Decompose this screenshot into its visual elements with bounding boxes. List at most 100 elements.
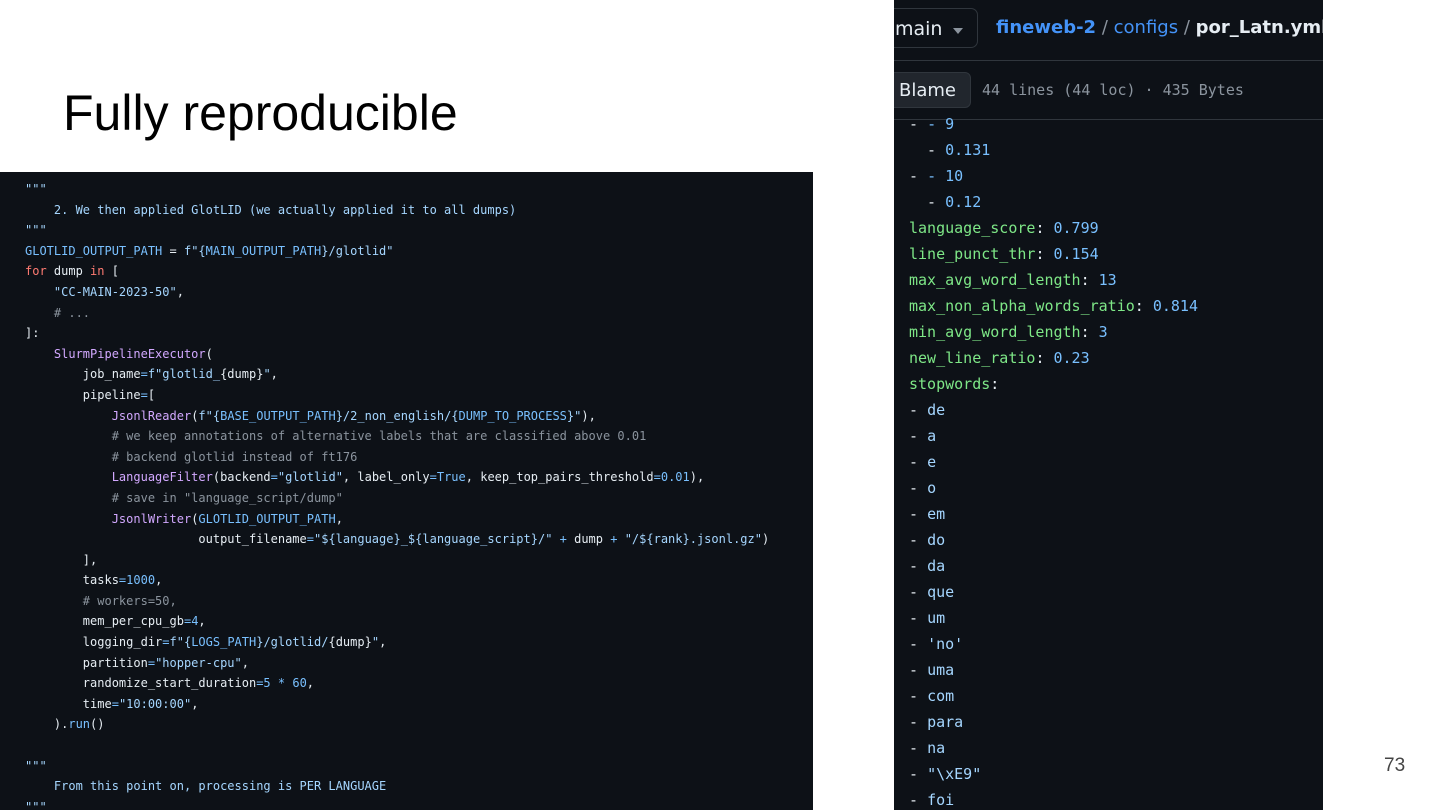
code-token: output_filename	[25, 532, 307, 547]
code-token: f"{	[198, 408, 221, 423]
yaml-token: em	[927, 505, 946, 523]
yaml-line: - 0.12	[909, 189, 1198, 215]
code-token: ,	[335, 511, 343, 526]
code-line: """	[25, 179, 769, 200]
code-token: for	[25, 264, 47, 279]
breadcrumb-separator: /	[1101, 17, 1108, 38]
code-token: ],	[25, 552, 98, 567]
yaml-token: na	[927, 739, 946, 757]
yaml-line: - para	[909, 709, 1198, 735]
yaml-token: para	[927, 713, 964, 731]
code-line: """	[25, 756, 769, 777]
yaml-token: -	[909, 167, 928, 185]
yaml-token: e	[927, 453, 937, 471]
code-token: ,	[176, 284, 184, 299]
yaml-token: o	[927, 479, 937, 497]
code-line: JsonlWriter(GLOTLID_OUTPUT_PATH,	[25, 509, 769, 530]
yaml-token: -	[909, 609, 928, 627]
code-token: ,	[379, 635, 387, 650]
code-token: +	[603, 532, 625, 547]
yaml-line: - 0.131	[909, 137, 1198, 163]
code-token: (	[205, 346, 213, 361]
code-line: # ...	[25, 303, 769, 324]
breadcrumb: fineweb-2 / configs / por_Latn.yml	[996, 17, 1323, 38]
yaml-token: line_punct_thr	[909, 245, 1036, 263]
code-token: True	[436, 470, 466, 485]
blame-button[interactable]: Blame	[894, 72, 971, 108]
code-token: "	[263, 367, 271, 382]
code-token: =	[162, 243, 184, 258]
yaml-token: 0.154	[1053, 245, 1099, 263]
code-token: GLOTLID_OUTPUT_PATH	[25, 243, 163, 258]
yaml-token: :	[1080, 271, 1099, 289]
code-token: ,	[241, 655, 249, 670]
yaml-token: :	[1134, 297, 1153, 315]
code-line: pipeline=[	[25, 385, 769, 406]
code-token: # we keep annotations of alternative lab…	[25, 429, 647, 444]
code-token: BASE_OUTPUT_PATH	[220, 408, 336, 423]
yaml-token: :	[1080, 323, 1099, 341]
code-token: "10:00:00"	[118, 696, 192, 711]
yaml-line: - 'no'	[909, 631, 1198, 657]
code-token: "glotlid"	[277, 470, 343, 485]
code-token: LOGS_PATH	[191, 635, 257, 650]
code-token: =	[111, 696, 119, 711]
code-token: randomize_start_duration	[25, 676, 257, 691]
code-token: "hopper-cpu"	[155, 655, 242, 670]
code-token: , label_only	[342, 470, 430, 485]
code-token: """	[25, 223, 47, 238]
code-line: GLOTLID_OUTPUT_PATH = f"{MAIN_OUTPUT_PAT…	[25, 241, 769, 262]
yaml-line: - que	[909, 579, 1198, 605]
breadcrumb-folder-link[interactable]: configs	[1114, 17, 1178, 38]
yaml-token: com	[927, 687, 955, 705]
code-token: 1000	[126, 573, 156, 588]
breadcrumb-file-name: por_Latn.yml	[1195, 17, 1323, 38]
yaml-line: - - 9	[909, 111, 1198, 137]
code-token: =	[306, 532, 314, 547]
yaml-token: 13	[1098, 271, 1117, 289]
yaml-token: min_avg_word_length	[909, 323, 1081, 341]
code-token: *	[270, 676, 293, 691]
breadcrumb-repo-link[interactable]: fineweb-2	[996, 17, 1096, 38]
code-line: mem_per_cpu_gb=4,	[25, 611, 769, 632]
yaml-token: - 9	[927, 115, 955, 133]
code-token: ,	[155, 573, 163, 588]
yaml-line: line_punct_thr: 0.154	[909, 241, 1198, 267]
code-token: 0.01	[660, 470, 690, 485]
code-token: }/2_non_english/{	[335, 408, 459, 423]
code-token: =	[147, 655, 156, 670]
code-token: }/glotlid/	[256, 635, 329, 650]
yaml-token: :	[1035, 245, 1054, 263]
code-token: mem_per_cpu_gb	[25, 614, 184, 629]
yaml-token: 0.814	[1152, 297, 1198, 315]
code-line: # save in "language_script/dump"	[25, 488, 769, 509]
yaml-token: -	[909, 427, 928, 445]
branch-selector-button[interactable]: main	[894, 8, 978, 48]
yaml-token: stopwords	[909, 375, 991, 393]
code-token: "${language}_${language_script}/"	[314, 532, 553, 547]
breadcrumb-separator: /	[1183, 17, 1190, 38]
yaml-token: que	[927, 583, 955, 601]
yaml-token: -	[909, 661, 928, 679]
code-token: JsonlReader	[111, 408, 192, 423]
code-token: # backend glotlid instead of ft176	[25, 449, 358, 464]
yaml-token: language_score	[909, 219, 1036, 237]
code-line: From this point on, processing is PER LA…	[25, 776, 769, 797]
code-line: time="10:00:00",	[25, 694, 769, 715]
code-token: f"{	[183, 243, 206, 258]
yaml-line: - e	[909, 449, 1198, 475]
yaml-token: -	[909, 115, 928, 133]
code-line: ],	[25, 550, 769, 571]
code-token: run	[68, 717, 91, 732]
code-line: for dump in [	[25, 261, 769, 282]
yaml-line: - em	[909, 501, 1198, 527]
code-line: output_filename="${language}_${language_…	[25, 529, 769, 550]
code-token: f"glotlid_	[147, 367, 221, 382]
yaml-token: da	[927, 557, 946, 575]
yaml-line: min_avg_word_length: 3	[909, 319, 1198, 345]
yaml-token: - 10	[927, 167, 964, 185]
code-token: # ...	[25, 305, 91, 320]
